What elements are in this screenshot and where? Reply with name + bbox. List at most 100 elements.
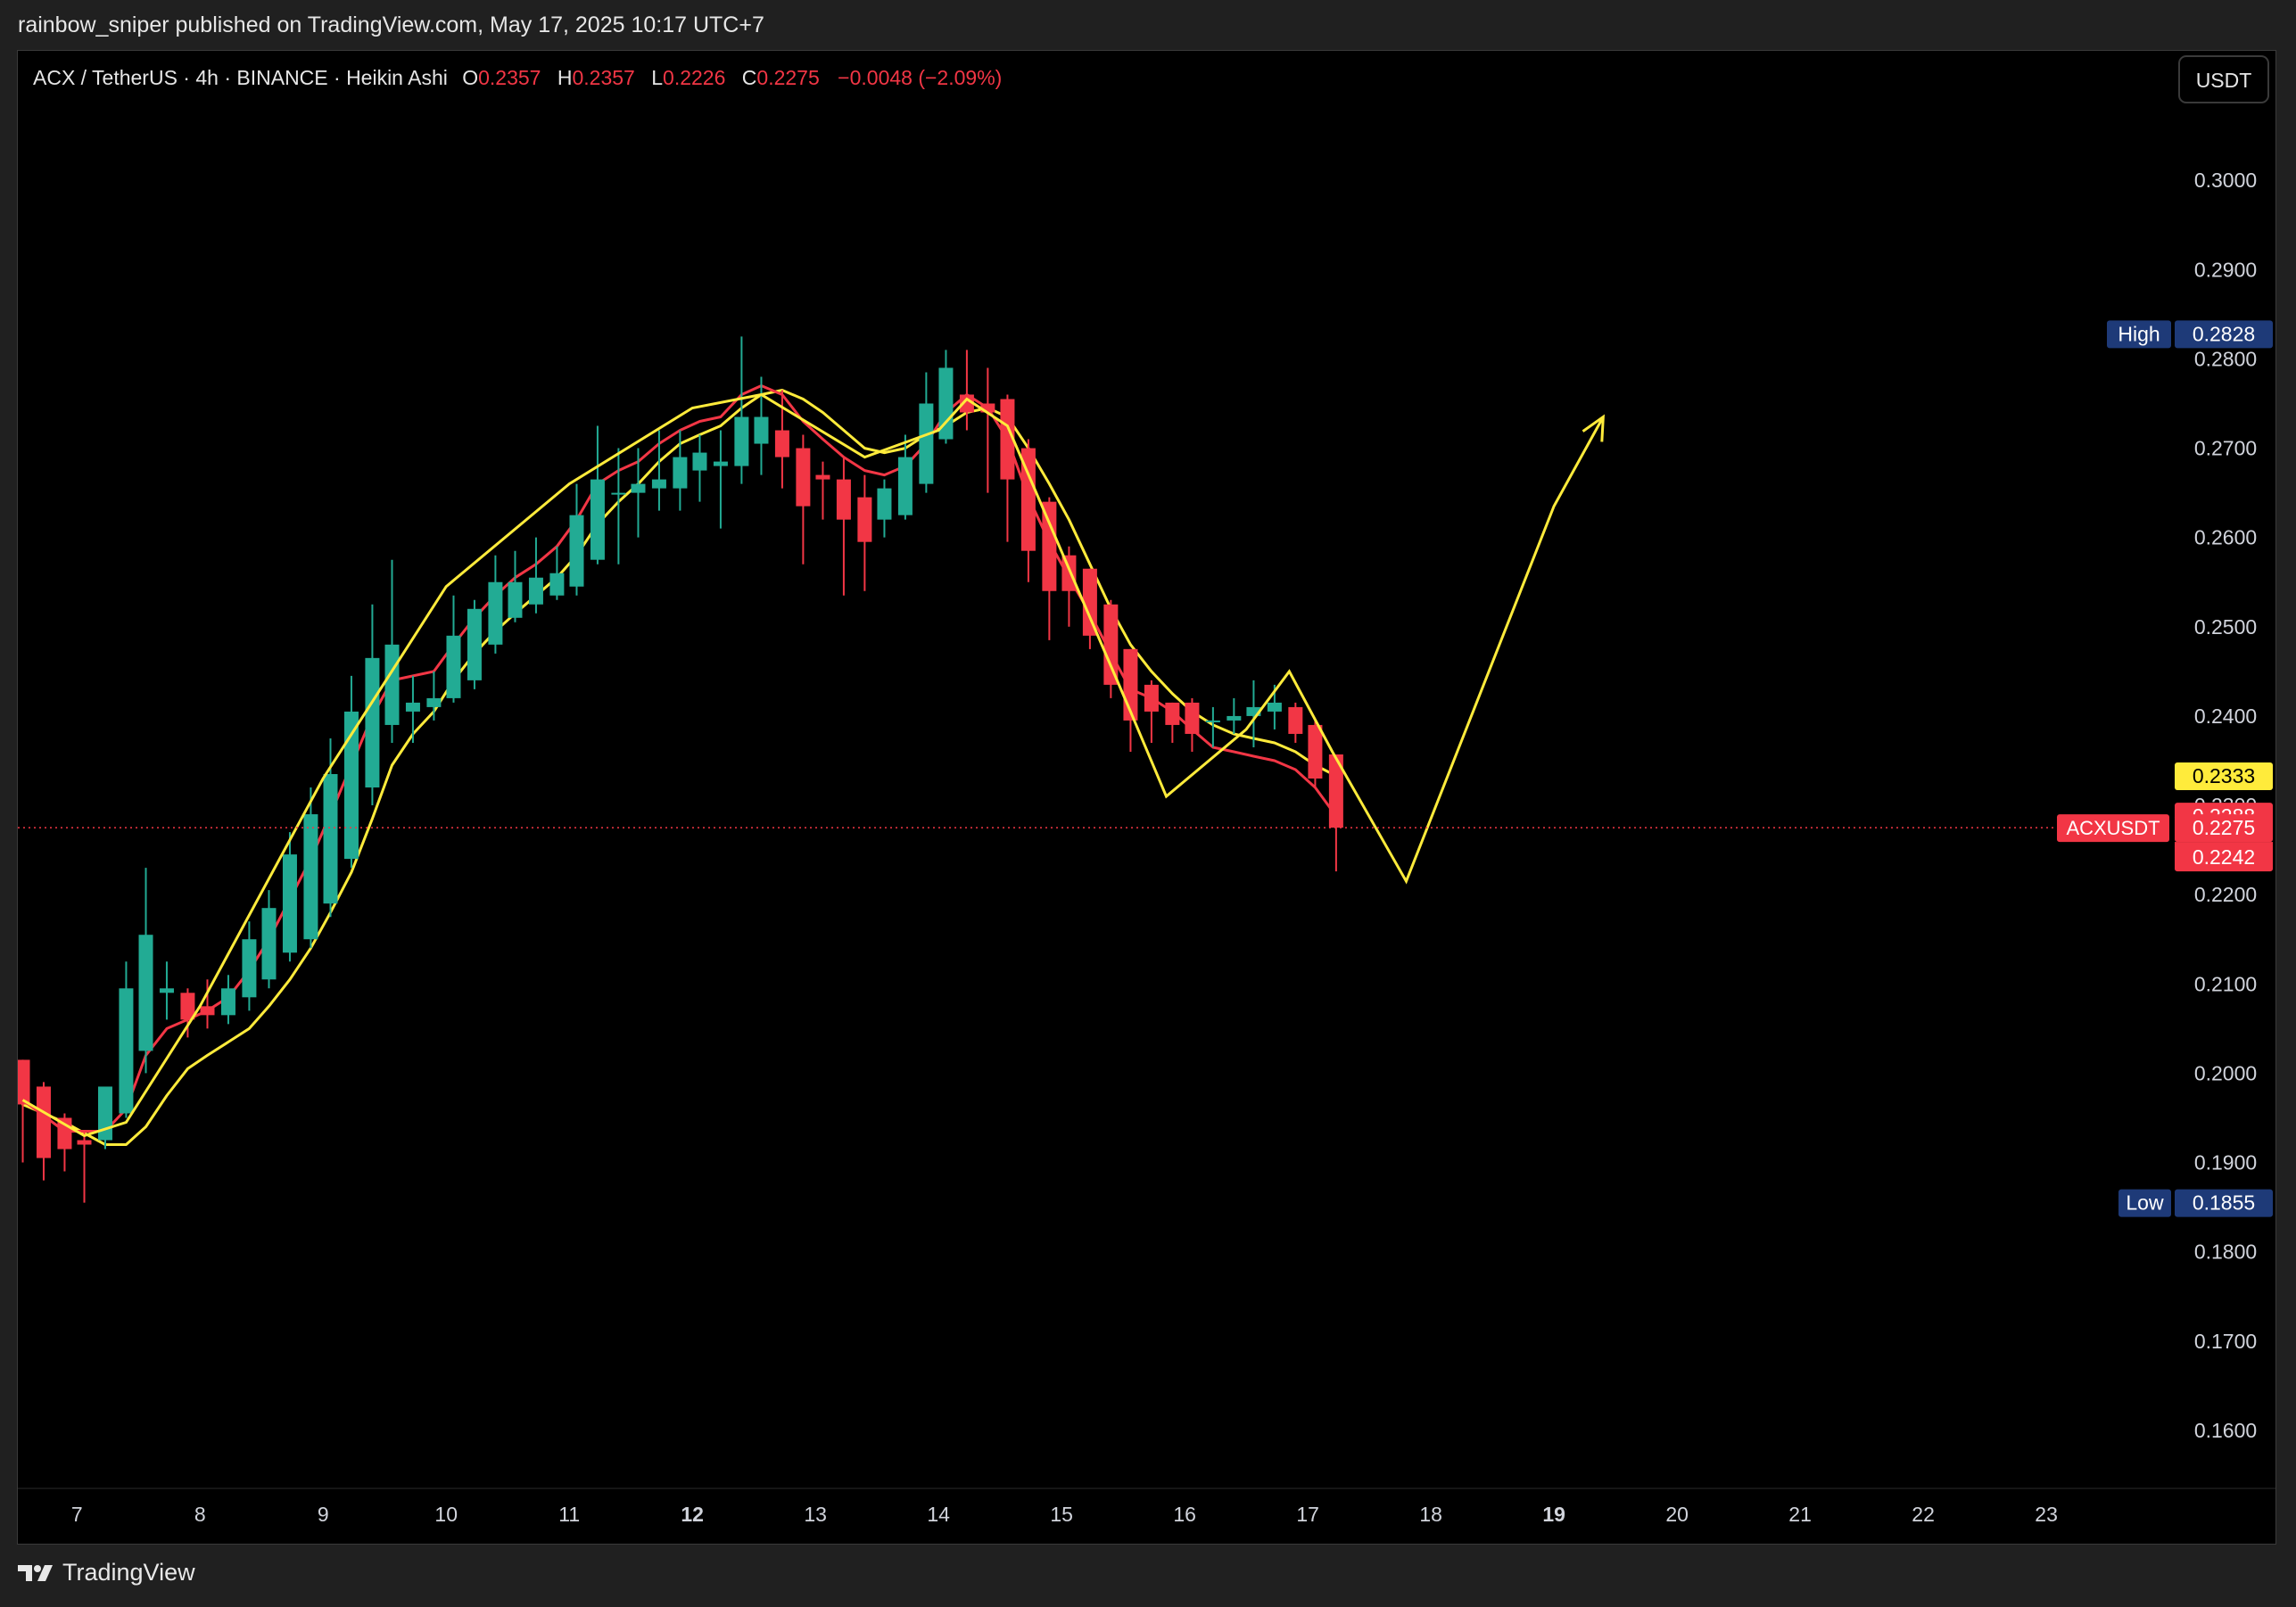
candle-body — [446, 635, 461, 698]
publish-bar: rainbow_sniper published on TradingView.… — [0, 0, 2296, 52]
low-marker: 0.1855 Low — [2118, 1189, 2273, 1217]
candle-body — [1308, 724, 1323, 779]
bearish-candle[interactable] — [36, 1082, 51, 1181]
bullish-candle[interactable] — [734, 336, 749, 484]
y-tick-label: 0.1900 — [2194, 1151, 2257, 1174]
bearish-candle[interactable] — [1103, 599, 1119, 698]
bullish-candle[interactable] — [242, 921, 257, 1011]
bullish-candle[interactable] — [119, 961, 134, 1118]
bearish-candle[interactable] — [796, 434, 811, 565]
candle-body — [1226, 715, 1242, 721]
symbol-legend[interactable]: ACX / TetherUS · 4h · BINANCE · Heikin A… — [33, 66, 1002, 89]
x-tick-label: 15 — [1050, 1503, 1073, 1526]
bullish-candle[interactable] — [426, 671, 442, 721]
candle-body — [1144, 684, 1159, 712]
x-tick-label: 12 — [681, 1503, 704, 1526]
y-tick-label: 0.2100 — [2194, 972, 2257, 995]
low-label: L — [651, 66, 663, 89]
bullish-candle[interactable] — [651, 430, 666, 511]
bearish-candle[interactable] — [180, 988, 195, 1038]
bearish-candle[interactable] — [1165, 702, 1180, 743]
bullish-candle[interactable] — [405, 675, 420, 743]
bullish-candle[interactable] — [549, 546, 565, 600]
candle-body — [1103, 604, 1119, 685]
bullish-candle[interactable] — [384, 559, 400, 743]
bearish-candle[interactable] — [857, 474, 872, 591]
chart-pane[interactable]: 0.1600 0.1700 0.1800 0.1900 0.2000 0.2100 0.22… — [17, 50, 2276, 1545]
candle-body — [1165, 702, 1180, 725]
candle-body — [796, 448, 811, 507]
candle-body — [405, 702, 420, 712]
bearish-candle[interactable] — [18, 1059, 30, 1163]
bearish-candle[interactable] — [1042, 497, 1057, 640]
bullish-candle[interactable] — [488, 555, 503, 654]
bullish-candle[interactable] — [343, 675, 359, 869]
bearish-candle[interactable] — [959, 350, 974, 431]
candle-body — [919, 403, 934, 484]
bearish-candle[interactable] — [1328, 754, 1343, 872]
candle-body — [569, 515, 584, 587]
candle-body — [754, 416, 769, 444]
bullish-candle[interactable] — [569, 483, 584, 596]
bearish-candle[interactable] — [1185, 697, 1200, 752]
bullish-candle[interactable] — [365, 604, 380, 806]
bearish-candle[interactable] — [815, 461, 830, 520]
svg-text:ACX / TetherUS · 4h · BINANCE: ACX / TetherUS · 4h · BINANCE · Heikin A… — [33, 66, 1002, 89]
price-scale-label-text: 0.2333 — [2193, 764, 2255, 787]
bullish-candle[interactable] — [220, 975, 235, 1025]
y-tick-label: 0.2400 — [2194, 705, 2257, 728]
bullish-candle[interactable] — [754, 376, 769, 475]
bullish-candle[interactable] — [877, 479, 892, 538]
candle-body — [323, 774, 338, 904]
bullish-candle[interactable] — [97, 1086, 112, 1150]
candle-body — [200, 1006, 215, 1016]
bearish-candle[interactable] — [1144, 680, 1159, 743]
bullish-candle[interactable] — [528, 537, 543, 614]
y-tick-label: 0.2600 — [2194, 526, 2257, 549]
x-tick-label: 8 — [194, 1503, 206, 1526]
price-chart[interactable]: 0.1600 0.1700 0.1800 0.1900 0.2000 0.2100 0.22… — [18, 51, 2276, 1545]
bullish-candle[interactable] — [467, 599, 482, 689]
bullish-candle[interactable] — [446, 595, 461, 703]
bullish-candle[interactable] — [692, 434, 707, 502]
candle-body — [774, 430, 789, 457]
bearish-candle[interactable] — [980, 367, 995, 493]
candle-body — [467, 608, 482, 680]
x-tick-label: 14 — [927, 1503, 950, 1526]
y-tick-label: 0.2500 — [2194, 615, 2257, 639]
bearish-candle[interactable] — [1288, 702, 1303, 743]
x-tick-label: 19 — [1542, 1503, 1565, 1526]
candle-body — [1042, 501, 1057, 591]
y-tick-label: 0.2900 — [2194, 258, 2257, 281]
candle-body — [77, 1140, 92, 1145]
bullish-candle[interactable] — [261, 890, 277, 989]
bearish-candle[interactable] — [836, 457, 851, 596]
bullish-candle[interactable] — [897, 434, 913, 520]
candle-body — [877, 488, 892, 520]
high-value: 0.2357 — [573, 66, 635, 89]
y-tick-label: 0.2200 — [2194, 883, 2257, 906]
currency-button-label[interactable]: USDT — [2196, 69, 2252, 92]
bullish-candle[interactable] — [590, 425, 605, 565]
bullish-candle[interactable] — [713, 430, 728, 529]
tradingview-brand[interactable]: TradingView — [18, 1559, 195, 1586]
symbol-description[interactable]: ACX / TetherUS · 4h · BINANCE · Heikin A… — [33, 66, 448, 89]
bullish-candle[interactable] — [1226, 697, 1242, 734]
x-tick-label: 23 — [2035, 1503, 2058, 1526]
bullish-candle[interactable] — [138, 868, 153, 1074]
x-tick-label: 13 — [804, 1503, 827, 1526]
projection-path-drawing[interactable] — [21, 392, 1605, 1138]
change-value: −0.0048 (−2.09%) — [838, 66, 1002, 89]
bullish-candle[interactable] — [159, 961, 174, 1020]
bearish-candle[interactable] — [1000, 394, 1015, 542]
published-by-text: rainbow_sniper published on TradingView.… — [18, 12, 764, 37]
open-value: 0.2357 — [478, 66, 541, 89]
candle-body — [119, 988, 134, 1114]
bullish-candle[interactable] — [508, 550, 523, 622]
bullish-candle[interactable] — [631, 448, 646, 538]
candle-body — [651, 479, 666, 489]
price-scale-label-text: 0.2275 — [2193, 816, 2255, 839]
bearish-candle[interactable] — [77, 1131, 92, 1203]
candle-body — [836, 479, 851, 520]
currency-button[interactable]: USDT — [2178, 55, 2269, 103]
